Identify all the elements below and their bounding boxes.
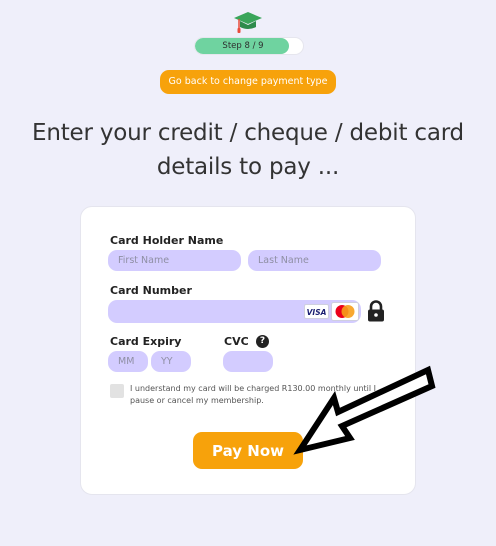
cvc-help-icon[interactable]: ? bbox=[256, 335, 269, 348]
lock-icon bbox=[368, 300, 384, 322]
cvc-input[interactable] bbox=[223, 351, 273, 372]
expiry-year-input[interactable] bbox=[151, 351, 191, 372]
change-payment-type-button[interactable]: Go back to change payment type bbox=[160, 70, 336, 94]
first-name-input[interactable] bbox=[108, 250, 241, 271]
page-title-line-1: Enter your credit / cheque / debit card bbox=[32, 120, 464, 146]
last-name-input[interactable] bbox=[248, 250, 381, 271]
cvc-label: CVC bbox=[224, 335, 249, 348]
pay-now-button[interactable]: Pay Now bbox=[193, 432, 303, 469]
step-label: Step 8 / 9 bbox=[222, 41, 264, 51]
page-title: Enter your credit / cheque / debit card … bbox=[0, 116, 496, 184]
card-expiry-label: Card Expiry bbox=[110, 335, 182, 348]
card-holder-label: Card Holder Name bbox=[110, 234, 224, 247]
terms-checkbox[interactable] bbox=[110, 384, 124, 398]
visa-icon: VISA bbox=[304, 304, 329, 319]
mastercard-icon bbox=[331, 302, 359, 321]
card-number-label: Card Number bbox=[110, 284, 192, 297]
pointer-arrow-icon bbox=[293, 365, 436, 455]
page-title-line-2: details to pay ... bbox=[156, 154, 340, 180]
step-progress-bar: Step 8 / 9 bbox=[194, 37, 304, 55]
expiry-month-input[interactable] bbox=[108, 351, 148, 372]
graduation-cap-icon bbox=[234, 12, 262, 33]
